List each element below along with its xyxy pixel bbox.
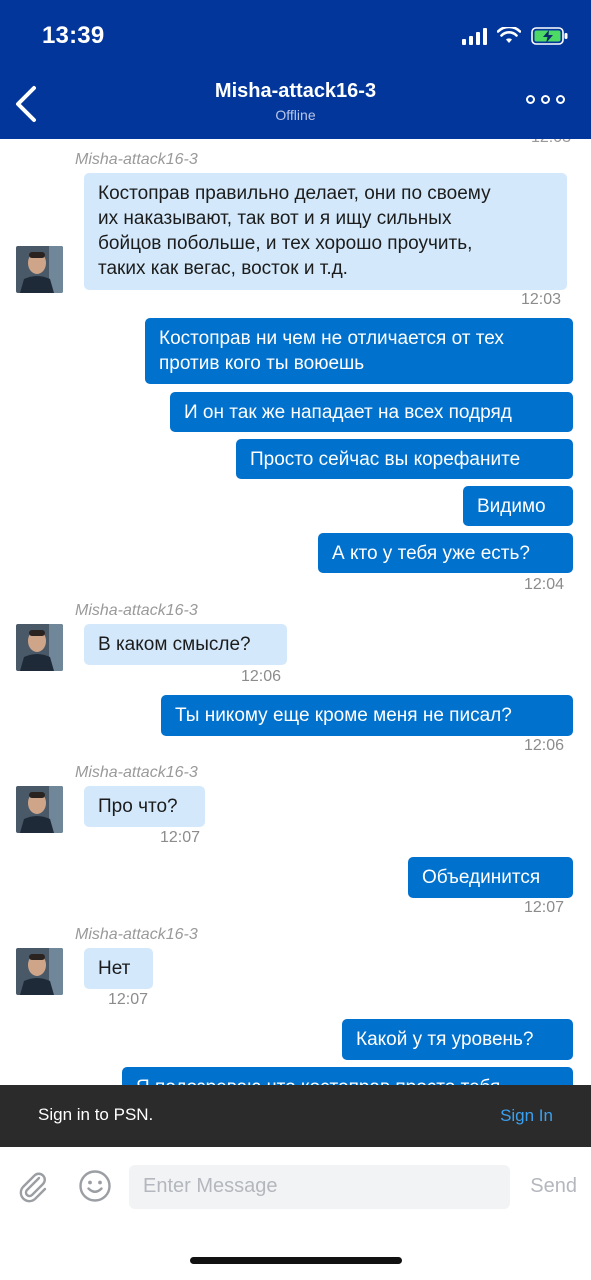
paperclip-icon <box>19 1172 47 1203</box>
sign-in-link[interactable]: Sign In <box>500 1106 553 1126</box>
message-bubble-outgoing[interactable]: И он так же нападает на всех подряд <box>170 392 573 432</box>
message-bubble-incoming[interactable]: Костоправ правильно делает, они по своем… <box>84 173 567 290</box>
message-bubble-incoming[interactable]: Про что? <box>84 786 205 827</box>
chat-header: 13:39 Misha-attack16-3 Offline <box>0 0 591 139</box>
chat-title-block: Misha-attack16-3 Offline <box>0 80 591 123</box>
sender-name: Misha-attack16-3 <box>75 764 198 781</box>
attach-button[interactable] <box>16 1169 50 1203</box>
smiley-icon <box>79 1170 111 1202</box>
message-list[interactable]: 12:03 Misha-attack16-3 Костоправ правиль… <box>0 139 591 1085</box>
presence-status: Offline <box>275 107 316 123</box>
message-bubble-incoming[interactable]: В каком смысле? <box>84 624 287 665</box>
message-bubble-outgoing[interactable]: Видимо <box>463 486 573 526</box>
sender-name: Misha-attack16-3 <box>75 602 198 619</box>
sender-name: Misha-attack16-3 <box>75 151 198 168</box>
message-bubble-outgoing[interactable]: Просто сейчас вы корефаните <box>236 439 573 479</box>
message-bubble-outgoing[interactable]: Костоправ ни чем не отличается от тех пр… <box>145 318 573 384</box>
message-time: 12:03 <box>531 139 571 147</box>
home-indicator <box>190 1257 402 1264</box>
message-bubble-incoming[interactable]: Нет <box>84 948 153 989</box>
send-button[interactable]: Send <box>530 1175 577 1198</box>
dot-icon <box>541 95 550 104</box>
message-time: 12:04 <box>524 576 565 593</box>
status-time: 13:39 <box>42 22 105 49</box>
wifi-icon <box>497 27 521 43</box>
avatar-image <box>16 948 63 995</box>
message-bubble-outgoing[interactable]: Ты никому еще кроме меня не писал? <box>161 695 573 736</box>
battery-charging-icon <box>531 27 568 45</box>
dot-icon <box>556 95 565 104</box>
message-time: 12:07 <box>160 829 201 846</box>
message-composer: Enter Message Send <box>0 1147 591 1280</box>
avatar[interactable] <box>16 624 63 671</box>
cellular-signal-icon <box>462 27 487 45</box>
more-options-button[interactable] <box>526 95 565 104</box>
message-bubble-outgoing[interactable]: А кто у тебя уже есть? <box>318 533 573 573</box>
emoji-button[interactable] <box>78 1169 112 1203</box>
message-time: 12:07 <box>524 899 565 916</box>
message-time: 12:07 <box>108 991 149 1008</box>
message-time: 12:06 <box>524 737 565 754</box>
message-bubble-outgoing[interactable]: Я подозреваю что костоправ просто тебя <box>122 1067 573 1085</box>
avatar[interactable] <box>16 246 63 293</box>
message-input[interactable]: Enter Message <box>129 1165 510 1209</box>
message-time: 12:03 <box>521 291 562 308</box>
status-icons <box>462 26 569 46</box>
message-bubble-outgoing[interactable]: Какой у тя уровень? <box>342 1019 573 1060</box>
avatar-image <box>16 786 63 833</box>
avatar[interactable] <box>16 786 63 833</box>
sender-name: Misha-attack16-3 <box>75 926 198 943</box>
psn-banner-text: Sign in to PSN. <box>38 1105 154 1124</box>
avatar-image <box>16 246 63 293</box>
dot-icon <box>526 95 535 104</box>
avatar[interactable] <box>16 948 63 995</box>
message-time: 12:06 <box>241 668 282 685</box>
avatar-image <box>16 624 63 671</box>
chat-title: Misha-attack16-3 <box>214 80 377 102</box>
psn-signin-banner: Sign in to PSN. Sign In <box>0 1085 591 1147</box>
message-bubble-outgoing[interactable]: Объединится <box>408 857 573 898</box>
